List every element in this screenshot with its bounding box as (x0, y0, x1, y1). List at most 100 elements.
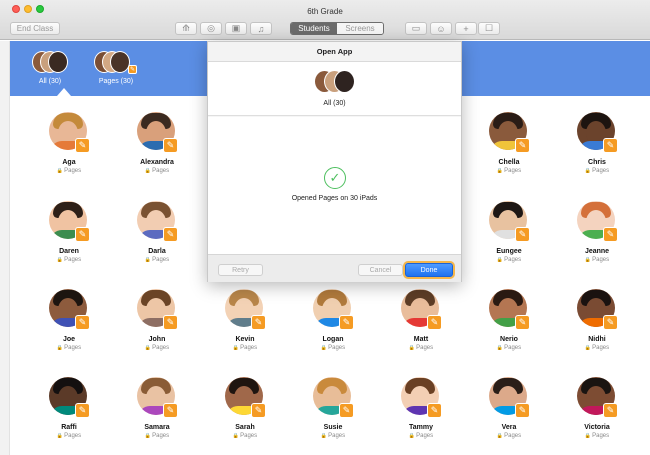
lock-icon: 🔒 (144, 257, 152, 263)
lock-icon: 🔒 (584, 433, 592, 439)
student-app: 🔒Pages (117, 433, 197, 439)
student-app: 🔒Pages (293, 345, 373, 351)
pages-app-icon: ✎ (163, 227, 178, 242)
lock-icon: 🔒 (320, 345, 328, 351)
tab-screens[interactable]: Screens (337, 23, 383, 34)
cancel-button[interactable]: Cancel (358, 264, 403, 276)
pages-app-icon: ✎ (603, 403, 618, 418)
mute-button[interactable]: ♫ (250, 22, 272, 35)
student-name: Victoria (584, 424, 610, 431)
pages-app-icon: ✎ (163, 403, 178, 418)
student-name: John (148, 336, 166, 343)
pages-app-icon: ✎ (427, 403, 442, 418)
student-app-label: Pages (592, 433, 610, 439)
student-app: 🔒Pages (205, 433, 285, 439)
title-bar: 6th Grade End Class ⟰ ◎ ▣ ♫ Students Scr… (0, 0, 650, 40)
student-app-label: Pages (592, 345, 610, 351)
student-app-label: Pages (240, 345, 258, 351)
dialog-footer: Retry Cancel Done (208, 254, 461, 282)
pages-app-icon: ✎ (75, 227, 90, 242)
student-app: 🔒Pages (469, 433, 549, 439)
lock-icon: 🔒 (232, 433, 240, 439)
add-button[interactable]: + (455, 22, 477, 35)
group-all-label: All (30) (38, 78, 62, 85)
group-button[interactable]: ☐ (478, 22, 500, 35)
lock-icon: 🔒 (408, 345, 416, 351)
student-app: 🔒Pages (117, 345, 197, 351)
avatar (48, 51, 68, 73)
student-app: 🔒Pages (469, 257, 549, 263)
lock-icon: 🔒 (408, 433, 416, 439)
window-title: 6th Grade (307, 7, 343, 16)
done-button[interactable]: Done (405, 263, 453, 277)
student-app: 🔒Pages (557, 168, 637, 174)
student-app-label: Pages (64, 257, 82, 263)
lock-icon: 🔒 (496, 345, 504, 351)
student-name: Logan (322, 336, 344, 343)
student-app-label: Pages (592, 168, 610, 174)
dialog-group-label: All (30) (323, 100, 346, 107)
lock-icon: 🔒 (56, 257, 64, 263)
lock-button[interactable]: ▣ (225, 22, 247, 35)
student-app-label: Pages (64, 345, 82, 351)
student-app: 🔒Pages (557, 345, 637, 351)
student-name: Kevin (235, 336, 255, 343)
student-name: Jeanne (584, 248, 610, 255)
pages-app-icon: ✎ (515, 138, 530, 153)
student-app-label: Pages (328, 433, 346, 439)
student-name: Nidhi (588, 336, 606, 343)
student-app: 🔒Pages (469, 168, 549, 174)
pages-app-icon: ✎ (339, 315, 354, 330)
avatar (110, 51, 130, 73)
open-app-dialog: Open App All (30) ✓ Opened Pages on 30 i… (207, 41, 462, 282)
student-app: 🔒Pages (469, 345, 549, 351)
lock-icon: 🔒 (584, 168, 592, 174)
safari-button[interactable]: ◎ (200, 22, 222, 35)
student-app-label: Pages (504, 345, 522, 351)
checkmark-icon: ✓ (324, 167, 346, 189)
student-name: Eungee (496, 248, 522, 255)
lock-icon: 🔒 (320, 433, 328, 439)
dialog-body: ✓ Opened Pages on 30 iPads (208, 117, 461, 254)
tab-students[interactable]: Students (291, 23, 337, 34)
student-name: Tammy (409, 424, 433, 431)
lock-icon: 🔒 (144, 345, 152, 351)
student-app-label: Pages (152, 433, 170, 439)
lock-icon: 🔒 (56, 345, 64, 351)
student-app: 🔒Pages (29, 257, 109, 263)
pages-app-icon: ✎ (163, 138, 178, 153)
avatar (334, 70, 355, 93)
end-class-button[interactable]: End Class (10, 22, 60, 35)
airplay-button[interactable]: ▭ (405, 22, 427, 35)
mute-icon: ♫ (257, 23, 265, 34)
student-app-label: Pages (416, 345, 434, 351)
sidebar-edge (0, 41, 10, 455)
student-name: Nerio (500, 336, 518, 343)
view-segmented-control: Students Screens (290, 22, 384, 35)
student-app: 🔒Pages (293, 433, 373, 439)
student-app-label: Pages (504, 433, 522, 439)
retry-button[interactable]: Retry (218, 264, 263, 276)
person-button[interactable]: ☺ (430, 22, 452, 35)
student-name: Daren (59, 248, 79, 255)
pages-app-icon: ✎ (251, 315, 266, 330)
pages-app-icon: ✎ (603, 227, 618, 242)
student-name: Aga (62, 159, 76, 166)
pages-app-icon: ✎ (603, 315, 618, 330)
lock-icon: 🔒 (144, 433, 152, 439)
student-name: Chris (588, 159, 606, 166)
student-app: 🔒Pages (381, 345, 461, 351)
student-name: Darla (148, 248, 166, 255)
student-name: Alexandra (140, 159, 174, 166)
lock-icon: 🔒 (56, 168, 64, 174)
student-app: 🔒Pages (29, 345, 109, 351)
student-app-label: Pages (64, 168, 82, 174)
pages-app-icon: ✎ (515, 403, 530, 418)
student-name: Joe (62, 336, 76, 343)
student-app: 🔒Pages (117, 257, 197, 263)
student-app-label: Pages (152, 345, 170, 351)
student-name: Raffi (61, 424, 77, 431)
pages-app-icon: ✎ (75, 315, 90, 330)
student-app: 🔒Pages (381, 433, 461, 439)
navigate-button[interactable]: ⟰ (175, 22, 197, 35)
